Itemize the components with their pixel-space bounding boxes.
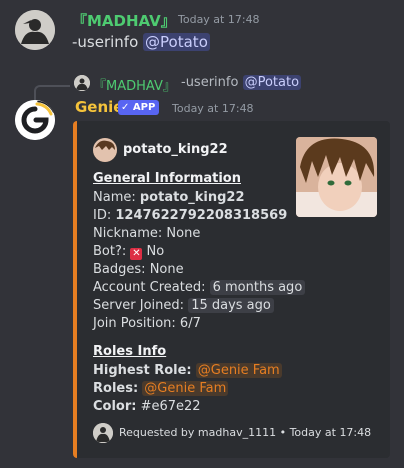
verified-check-icon: ✓: [121, 102, 130, 113]
reply-author[interactable]: 『MADHAV』: [93, 75, 176, 94]
cross-mark-icon: ✕: [130, 248, 143, 260]
account-created-row: Account Created: 6 months ago: [93, 279, 306, 296]
color-row: Color: #e67e22: [93, 398, 201, 415]
bot-row: Bot?: ✕ No: [93, 243, 164, 260]
general-info-heading: General Information: [93, 171, 241, 186]
reply-command: -userinfo: [181, 75, 239, 90]
footer-requested-by: Requested by madhav_1111: [119, 426, 277, 439]
footer-timestamp: Today at 17:48: [289, 426, 372, 439]
color-value: #e67e22: [140, 399, 201, 414]
account-created-value[interactable]: 6 months ago: [209, 280, 306, 295]
join-position-value: 6/7: [179, 316, 201, 331]
embed-author-name: potato_king22: [123, 142, 228, 157]
message-content: -userinfo @Potato: [72, 33, 210, 51]
madhav-avatar[interactable]: [15, 10, 55, 50]
badges-label: Badges:: [93, 262, 146, 277]
roles-label: Roles:: [93, 381, 139, 396]
user-mention[interactable]: @Potato: [143, 33, 210, 51]
embed-footer: Requested by madhav_1111 • Today at 17:4…: [119, 426, 371, 439]
reply-mention: @Potato: [242, 75, 302, 90]
embed-author-avatar: [93, 138, 117, 162]
server-joined-value[interactable]: 15 days ago: [188, 298, 274, 313]
server-joined-label: Server Joined:: [93, 298, 185, 313]
genie-author[interactable]: Genie: [75, 98, 123, 116]
message-author[interactable]: 『MADHAV』: [72, 10, 176, 31]
badges-row: Badges: None: [93, 261, 184, 278]
name-value: potato_king22: [139, 190, 245, 205]
color-label: Color:: [93, 399, 137, 414]
message-timestamp: Today at 17:48: [178, 13, 260, 26]
highest-role-label: Highest Role:: [93, 363, 192, 378]
id-row: ID: 1247622792208318569: [93, 207, 287, 224]
join-position-row: Join Position: 6/7: [93, 315, 201, 332]
name-label: Name:: [93, 190, 136, 205]
discord-chat-view: 『MADHAV』 Today at 17:48 -userinfo @Potat…: [0, 0, 404, 468]
bot-label: Bot?:: [93, 244, 127, 259]
genie-logo-icon: [15, 100, 55, 140]
app-badge: ✓ APP: [118, 100, 160, 115]
roles-row: Roles: @Genie Fam: [93, 380, 229, 397]
server-joined-row: Server Joined: 15 days ago: [93, 297, 274, 314]
name-row: Name: potato_king22: [93, 189, 245, 206]
genie-avatar[interactable]: [15, 100, 55, 140]
nickname-row: Nickname: None: [93, 225, 200, 242]
badges-value: None: [149, 262, 184, 277]
footer-separator: •: [279, 426, 287, 439]
account-created-label: Account Created:: [93, 280, 206, 295]
embed-thumbnail[interactable]: [296, 137, 377, 217]
message-timestamp: Today at 17:48: [172, 102, 254, 115]
bot-value: No: [146, 244, 165, 259]
footer-avatar: [93, 423, 113, 443]
nickname-value: None: [166, 226, 201, 241]
userinfo-embed: potato_king22 General Information Name: …: [73, 121, 390, 458]
command-text: -userinfo: [72, 33, 139, 51]
roles-mention[interactable]: @Genie Fam: [142, 381, 229, 396]
reply-author-avatar[interactable]: [74, 75, 90, 91]
highest-role-mention[interactable]: @Genie Fam: [195, 363, 282, 378]
nickname-label: Nickname:: [93, 226, 163, 241]
highest-role-row: Highest Role: @Genie Fam: [93, 362, 282, 379]
reply-preview[interactable]: -userinfo @Potato: [181, 75, 302, 90]
id-value: 1247622792208318569: [115, 208, 288, 223]
id-label: ID:: [93, 208, 112, 223]
join-position-label: Join Position:: [93, 316, 176, 331]
app-badge-label: APP: [132, 102, 156, 113]
roles-info-heading: Roles Info: [93, 344, 167, 359]
